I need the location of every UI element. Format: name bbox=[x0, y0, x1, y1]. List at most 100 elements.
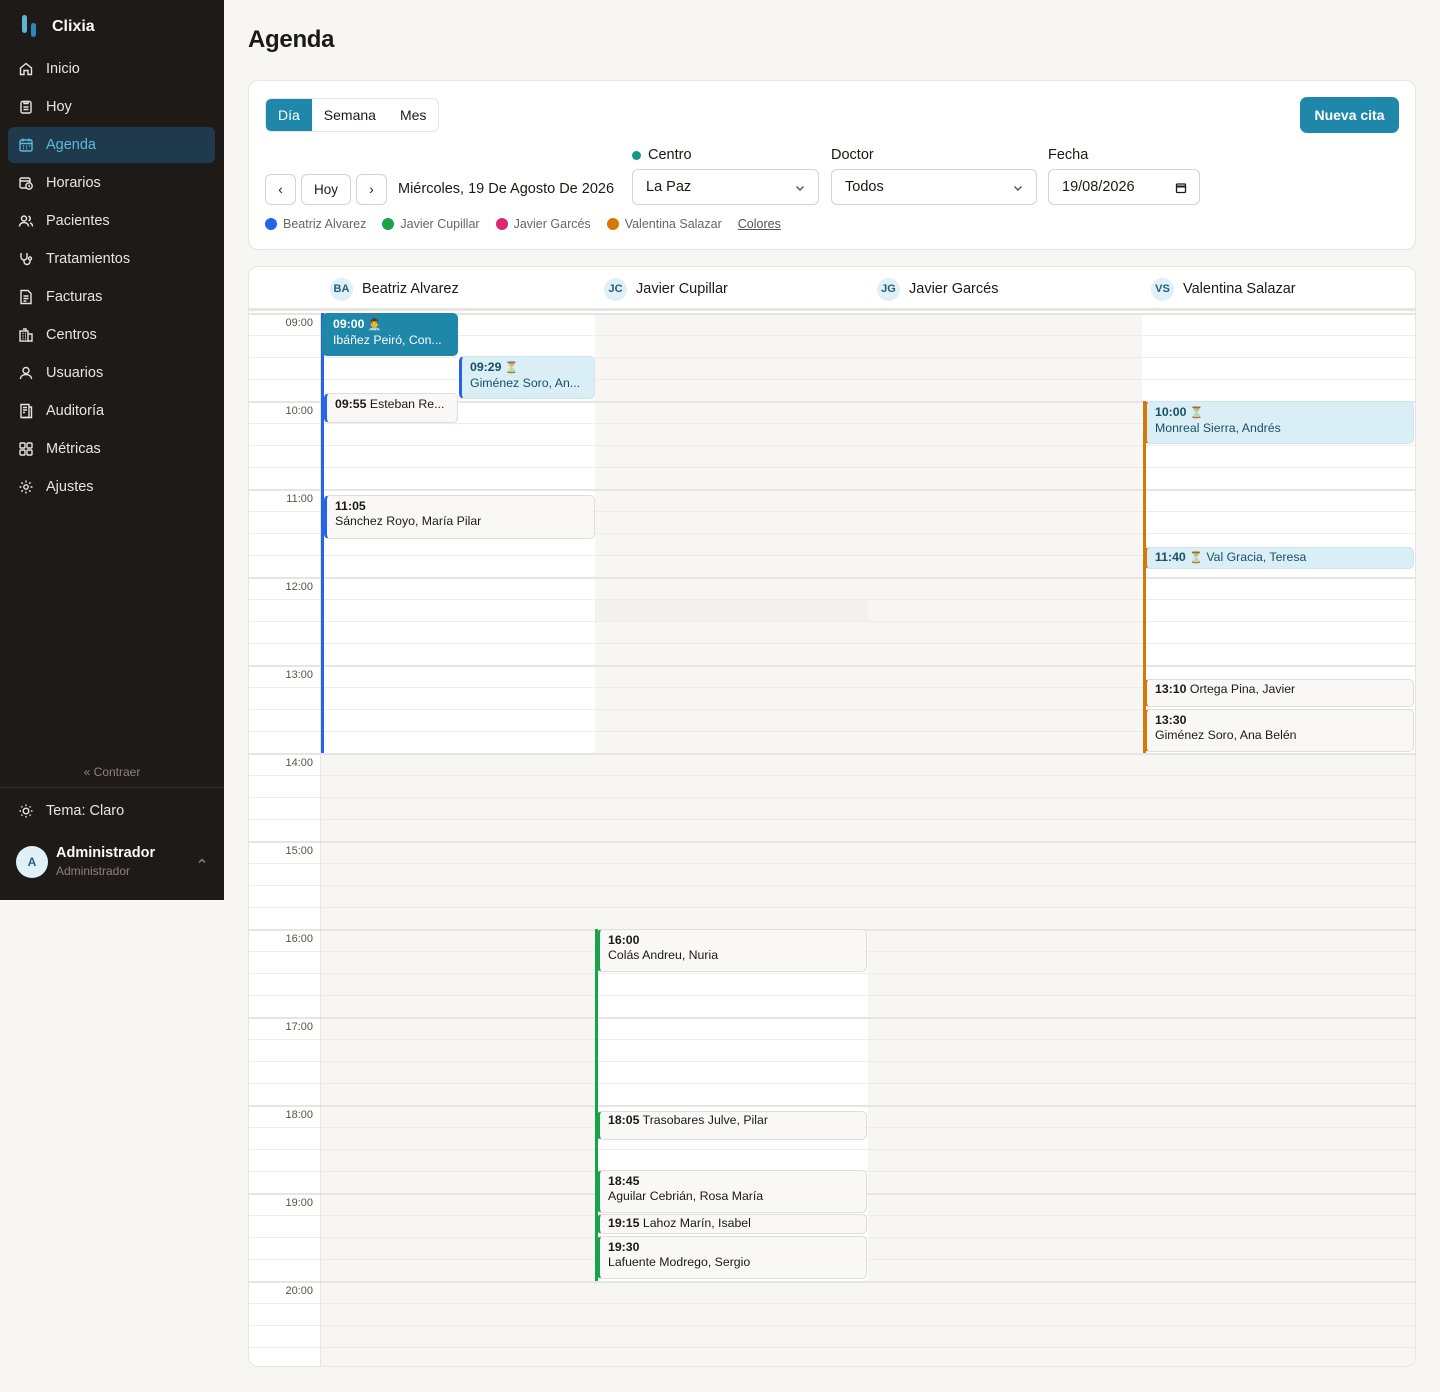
appointment-time: 13:30 bbox=[1155, 713, 1187, 727]
tab-semana[interactable]: Semana bbox=[312, 99, 388, 131]
centro-value: La Paz bbox=[646, 179, 692, 195]
prev-day-button[interactable]: ‹ bbox=[265, 174, 296, 205]
appointment-card[interactable]: 13:10 Ortega Pina, Javier bbox=[1144, 679, 1414, 707]
hour-row[interactable]: 14:00 bbox=[249, 753, 1415, 841]
doctor-column-header[interactable]: BA Beatriz Alvarez bbox=[330, 277, 459, 301]
legend-item: Javier Cupillar bbox=[382, 217, 480, 231]
sidebar-item-horarios[interactable]: Horarios bbox=[8, 165, 215, 201]
clixia-logo bbox=[20, 15, 40, 39]
sidebar-item-usuarios[interactable]: Usuarios bbox=[8, 355, 215, 391]
appointment-card[interactable]: 18:05 Trasobares Julve, Pilar bbox=[597, 1111, 867, 1140]
hour-label: 14:00 bbox=[285, 757, 313, 769]
invoice-icon bbox=[20, 289, 32, 305]
legend-label: Javier Garcés bbox=[513, 217, 591, 231]
doctor-column-header[interactable]: JC Javier Cupillar bbox=[604, 277, 728, 301]
chevron-up-icon bbox=[198, 858, 206, 863]
appointment-card[interactable]: 13:30 Giménez Soro, Ana Belén bbox=[1144, 709, 1414, 752]
legend-dot bbox=[382, 218, 395, 230]
sidebar-item-auditoria[interactable]: Auditoría bbox=[8, 393, 215, 429]
hour-row[interactable]: 20:00 bbox=[249, 1281, 1415, 1366]
user-role: Administrador bbox=[56, 864, 131, 878]
audit-icon bbox=[20, 403, 33, 419]
appointment-card[interactable]: 09:00 👨‍⚕️ Ibáñez Peiró, Con... bbox=[322, 313, 458, 356]
doctor-column-header[interactable]: VS Valentina Salazar bbox=[1151, 277, 1296, 301]
date-value: 19/08/2026 bbox=[1062, 179, 1135, 195]
appointment-time: 19:15 bbox=[608, 1216, 640, 1230]
doctor-select[interactable]: Todos bbox=[831, 169, 1037, 205]
hour-row[interactable]: 12:00 bbox=[249, 577, 1415, 665]
quarter-line bbox=[249, 357, 1415, 358]
sidebar-item-hoy[interactable]: Hoy bbox=[8, 89, 215, 125]
appointment-time: 18:05 bbox=[608, 1113, 640, 1127]
hour-row[interactable]: 17:00 bbox=[249, 1017, 1415, 1105]
appointment-card[interactable]: 11:05 Sánchez Royo, María Pilar bbox=[324, 495, 595, 539]
view-switcher: Día Semana Mes bbox=[265, 98, 440, 132]
appointment-card[interactable]: 19:30 Lafuente Modrego, Sergio bbox=[597, 1236, 867, 1279]
tab-dia[interactable]: Día bbox=[266, 99, 312, 131]
appointment-patient: Colás Andreu, Nuria bbox=[608, 948, 719, 962]
appointment-time: 09:29 bbox=[470, 360, 502, 374]
doctor-avatar: BA bbox=[330, 277, 353, 301]
collapse-sidebar-button[interactable]: « Contraer bbox=[0, 765, 224, 779]
new-appointment-button[interactable]: Nueva cita bbox=[1300, 97, 1399, 133]
centro-select[interactable]: La Paz bbox=[632, 169, 819, 205]
colors-link[interactable]: Colores bbox=[738, 217, 781, 231]
sidebar-item-pacientes[interactable]: Pacientes bbox=[8, 203, 215, 239]
legend-label: Javier Cupillar bbox=[400, 217, 480, 231]
appointment-card[interactable]: 11:40 ⏳ Val Gracia, Teresa bbox=[1144, 547, 1414, 569]
sidebar-item-facturas[interactable]: Facturas bbox=[8, 279, 215, 315]
tab-mes[interactable]: Mes bbox=[388, 99, 438, 131]
legend-item: Valentina Salazar bbox=[606, 217, 722, 231]
appointment-card[interactable]: 16:00 Colás Andreu, Nuria bbox=[597, 929, 867, 972]
appointment-patient: Sánchez Royo, María Pilar bbox=[335, 514, 482, 528]
sidebar-item-agenda[interactable]: Agenda bbox=[8, 127, 215, 163]
chevron-down-icon bbox=[1014, 186, 1022, 191]
quarter-line bbox=[249, 1325, 1415, 1326]
quarter-line bbox=[249, 775, 1415, 776]
doctor-name: Javier Garcés bbox=[909, 281, 999, 297]
sidebar-item-ajustes[interactable]: Ajustes bbox=[8, 469, 215, 505]
user-menu[interactable]: A Administrador Administrador bbox=[16, 843, 212, 883]
appointment-time: 16:00 bbox=[608, 933, 640, 947]
sidebar-divider bbox=[0, 787, 224, 788]
time-grid: 09:00 10:00 11:00 12:00 13:00 14:00 15:00 16:00… bbox=[249, 313, 1415, 1366]
building-icon bbox=[19, 328, 33, 342]
appointment-card[interactable]: 09:29 ⏳ Giménez Soro, An... bbox=[459, 356, 595, 399]
sidebar-item-label: Auditoría bbox=[46, 403, 105, 419]
quarter-line bbox=[249, 1039, 1415, 1040]
sidebar-item-tratamientos[interactable]: Tratamientos bbox=[8, 241, 215, 277]
day-calendar: BA Beatriz Alvarez JC Javier Cupillar JG Ja… bbox=[248, 266, 1416, 1367]
doctor-badge-icon: 👨‍⚕️ bbox=[367, 319, 382, 331]
doctor-avatar: VS bbox=[1151, 277, 1174, 301]
appointment-card[interactable]: 19:15 Lahoz Marín, Isabel bbox=[597, 1214, 867, 1234]
date-input[interactable]: 19/08/2026 bbox=[1048, 169, 1200, 205]
appointment-card[interactable]: 18:45 Aguilar Cebrián, Rosa María bbox=[597, 1170, 867, 1213]
quarter-line bbox=[249, 907, 1415, 908]
quarter-line bbox=[249, 467, 1415, 468]
appointment-patient: Lahoz Marín, Isabel bbox=[642, 1216, 751, 1230]
appointment-time: 11:05 bbox=[335, 499, 366, 513]
sidebar-item-inicio[interactable]: Inicio bbox=[8, 51, 215, 87]
sun-icon bbox=[19, 804, 33, 818]
theme-toggle[interactable]: Tema: Claro bbox=[18, 803, 124, 819]
appointment-card[interactable]: 10:00 ⏳ Monreal Sierra, Andrés bbox=[1144, 401, 1414, 444]
appointment-time: 18:45 bbox=[608, 1174, 640, 1188]
doctor-column-header[interactable]: JG Javier Garcés bbox=[877, 277, 998, 301]
hour-row[interactable]: 15:00 bbox=[249, 841, 1415, 929]
sidebar-item-label: Métricas bbox=[46, 441, 101, 457]
quarter-line bbox=[249, 885, 1415, 886]
quarter-line bbox=[249, 995, 1415, 996]
hourglass-icon: ⏳ bbox=[1189, 552, 1203, 564]
next-day-button[interactable]: › bbox=[356, 174, 387, 205]
today-button[interactable]: Hoy bbox=[301, 174, 351, 205]
hourglass-icon: ⏳ bbox=[1189, 407, 1204, 419]
appointment-card[interactable]: 09:55 Esteban Re... bbox=[324, 393, 458, 423]
brand[interactable]: Clixia bbox=[20, 14, 95, 40]
theme-label: Tema: Claro bbox=[46, 803, 125, 819]
sidebar-item-centros[interactable]: Centros bbox=[8, 317, 215, 353]
appointment-time: 10:00 bbox=[1155, 405, 1187, 419]
sidebar-item-metricas[interactable]: Métricas bbox=[8, 431, 215, 467]
hour-label: 10:00 bbox=[285, 405, 313, 417]
sidebar-item-label: Pacientes bbox=[46, 213, 110, 229]
appointment-time: 09:00 bbox=[333, 317, 365, 331]
